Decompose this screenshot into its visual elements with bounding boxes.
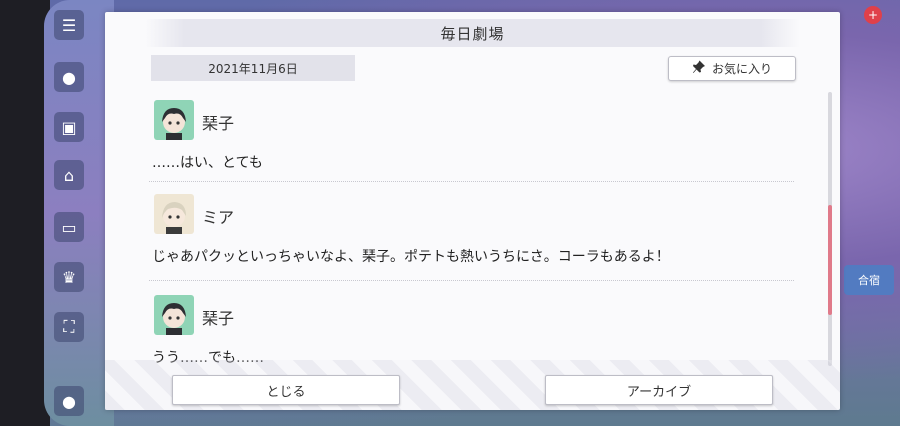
speaker-name: 琹子 bbox=[202, 309, 235, 328]
chat-icon[interactable]: ● bbox=[54, 62, 84, 92]
archive-button[interactable]: アーカイブ bbox=[545, 375, 773, 405]
speaker-name: 琹子 bbox=[202, 114, 235, 133]
trophy-icon[interactable]: ♛ bbox=[54, 262, 84, 292]
daily-theater-dialog: 毎日劇場 2021年11月6日 お気に入り 琹子 ……はい、とても ミア じゃあ… bbox=[105, 12, 840, 410]
log-entry: ミア じゃあパクッといっちゃいなよ、琹子。ポテトも熱いうちにさ。コーラもあるよ！ bbox=[149, 188, 794, 281]
device-bezel bbox=[0, 0, 50, 426]
present-icon[interactable]: ⌂ bbox=[54, 160, 84, 190]
notification-badge[interactable]: + bbox=[864, 6, 882, 24]
menu-icon[interactable]: ☰ bbox=[54, 10, 84, 40]
favorite-button[interactable]: お気に入り bbox=[668, 56, 796, 81]
dialogue-text: じゃあパクッといっちゃいなよ、琹子。ポテトも熱いうちにさ。コーラもあるよ！ bbox=[152, 249, 670, 265]
gift-icon[interactable]: ▣ bbox=[54, 112, 84, 142]
mia-avatar-icon bbox=[154, 194, 194, 234]
kotoko-avatar-icon bbox=[154, 295, 194, 335]
fullscreen-icon[interactable]: ⛶ bbox=[54, 312, 84, 342]
scrollbar[interactable] bbox=[828, 92, 832, 366]
speaker-name: ミア bbox=[202, 208, 235, 227]
user-icon[interactable]: ● bbox=[54, 386, 84, 416]
title-bar: 毎日劇場 bbox=[145, 19, 800, 47]
dialogue-text: ……はい、とても bbox=[152, 155, 263, 171]
scrollbar-thumb[interactable] bbox=[828, 205, 832, 315]
right-side-area: + 合宿 bbox=[835, 0, 900, 426]
camp-button[interactable]: 合宿 bbox=[844, 265, 894, 295]
close-button[interactable]: とじる bbox=[172, 375, 400, 405]
dialogue-log[interactable]: 琹子 ……はい、とても ミア じゃあパクッといっちゃいなよ、琹子。ポテトも熱いう… bbox=[149, 94, 794, 372]
kotoko-avatar-icon bbox=[154, 100, 194, 140]
date-label: 2021年11月6日 bbox=[151, 55, 355, 81]
log-entry: 琹子 ……はい、とても bbox=[149, 94, 794, 182]
screen-icon[interactable]: ▭ bbox=[54, 212, 84, 242]
dialog-title: 毎日劇場 bbox=[440, 24, 505, 43]
pin-icon bbox=[692, 60, 706, 77]
favorite-label: お気に入り bbox=[711, 62, 772, 76]
